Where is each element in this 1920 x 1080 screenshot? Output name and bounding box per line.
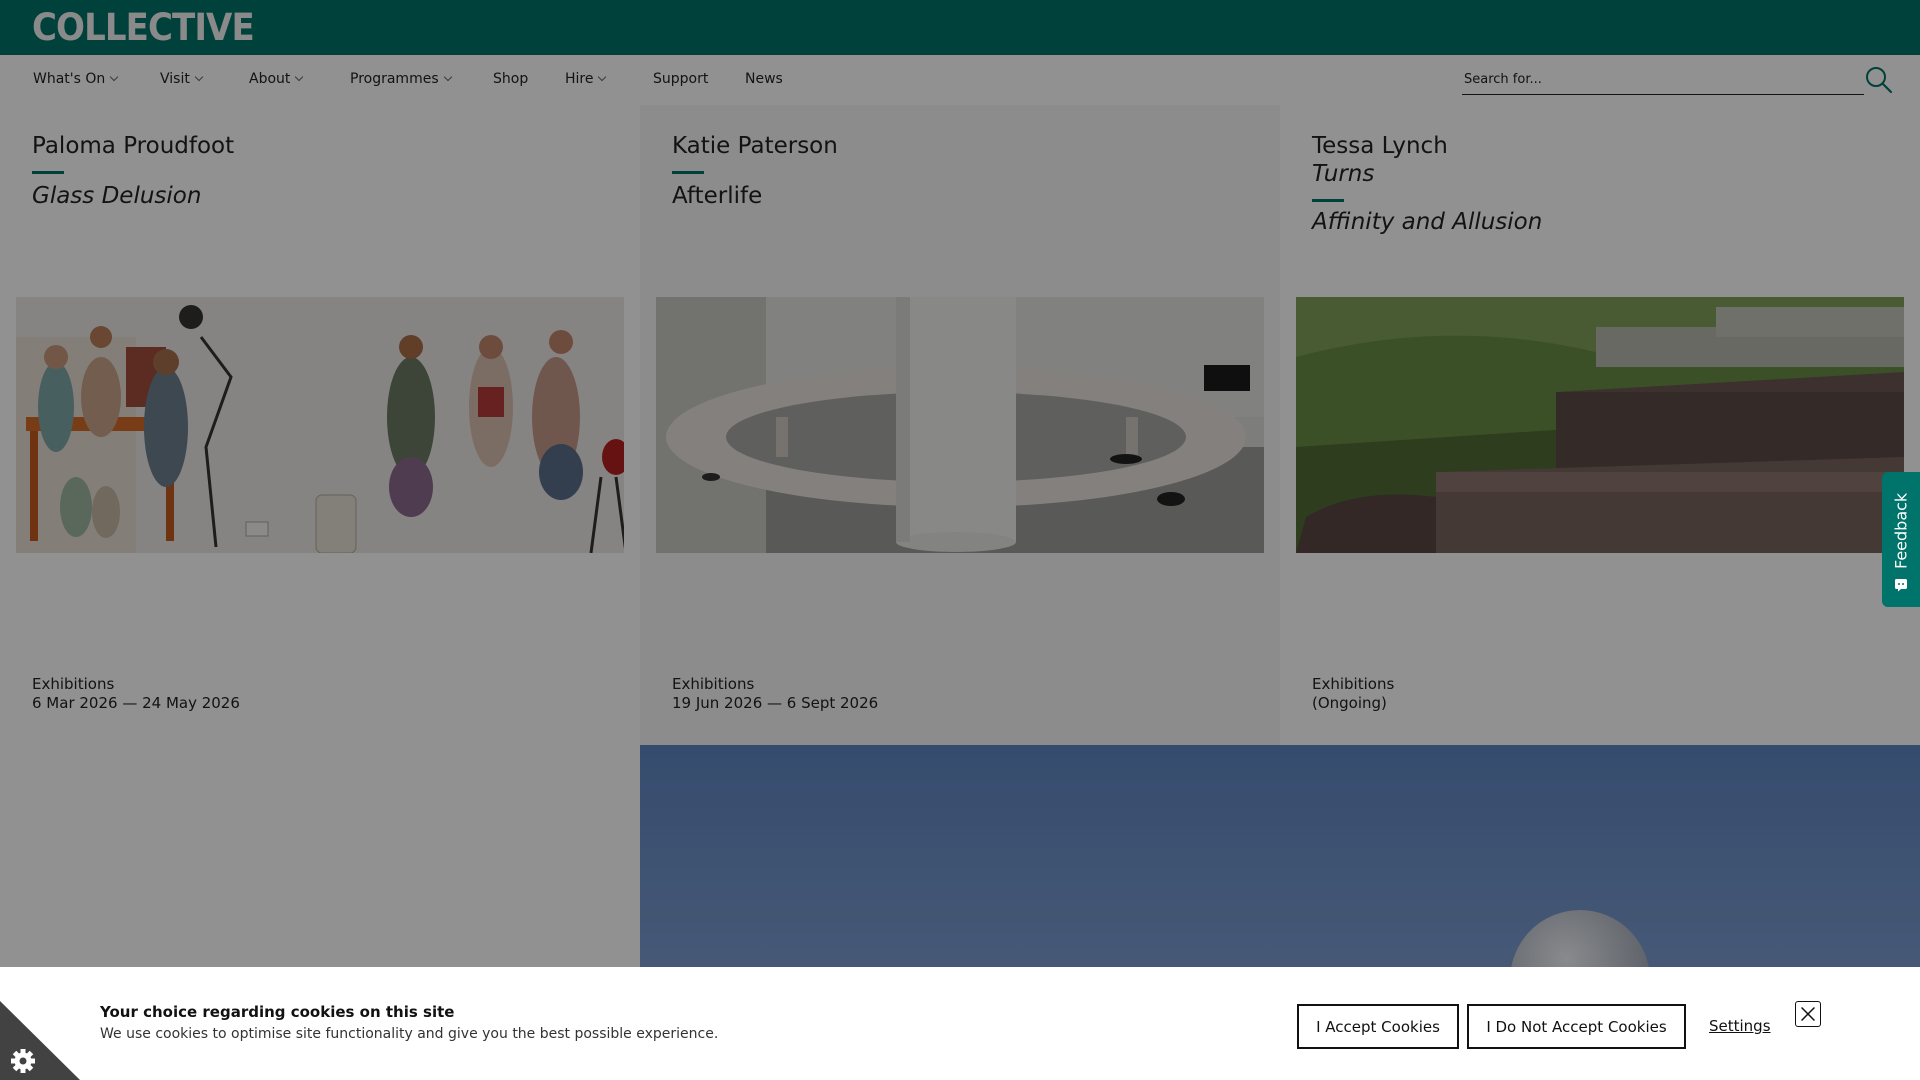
exhibition-title: Affinity and Allusion [1312,209,1543,235]
accent-rule [32,171,64,174]
exhibition-subtitle: Turns [1312,161,1375,187]
nav-item-visit[interactable]: Visit [160,71,204,87]
exhibition-card[interactable]: Katie Paterson Afterlife Exhibitions 19 … [640,105,1280,745]
search-input[interactable] [1462,65,1864,94]
nav-item-hire[interactable]: Hire [565,71,607,87]
nav-item-label: Support [653,71,709,87]
exhibition-title: Glass Delusion [32,183,202,209]
close-icon[interactable] [1795,1001,1821,1027]
nav-item-label: Programmes [350,71,439,87]
exhibition-image [16,297,624,553]
feedback-label: Feedback [1891,492,1911,570]
cookie-banner: Your choice regarding cookies on this si… [0,967,1920,1080]
exhibition-title: Afterlife [672,183,763,209]
artist-name: Tessa Lynch [1312,133,1448,159]
nav-item-label: Visit [160,71,190,87]
exhibition-dates: 6 Mar 2026 — 24 May 2026 [32,694,240,712]
gear-icon[interactable] [0,1001,80,1080]
feedback-tab[interactable]: Feedback [1882,472,1920,607]
chevron-down-icon [295,72,304,82]
exhibition-category: Exhibitions [672,675,755,693]
decline-cookies-button[interactable]: I Do Not Accept Cookies [1467,1004,1686,1049]
nav-item-programmes[interactable]: Programmes [350,71,452,87]
accent-rule [1312,199,1344,202]
nav-item-label: About [249,71,291,87]
exhibition-card[interactable]: Paloma Proudfoot Glass Delusion Exhibiti… [0,105,640,745]
cookie-banner-title: Your choice regarding cookies on this si… [100,1003,455,1021]
exhibition-dates: 19 Jun 2026 — 6 Sept 2026 [672,694,879,712]
exhibition-card[interactable]: Tessa Lynch Turns Affinity and Allusion … [1280,105,1920,745]
accent-rule [672,171,704,174]
nav-item-whats-on[interactable]: What's On [33,71,119,87]
accept-cookies-button[interactable]: I Accept Cookies [1297,1004,1459,1049]
nav-item-label: News [745,71,783,87]
nav-item-shop[interactable]: Shop [493,71,528,87]
exhibition-image [656,297,1264,553]
cookie-settings-link[interactable]: Settings [1709,1017,1771,1035]
nav-item-label: Shop [493,71,529,87]
exhibition-image [1296,297,1904,553]
chevron-down-icon [194,72,204,82]
cookie-banner-text: We use cookies to optimise site function… [100,1026,719,1042]
chevron-down-icon [598,72,607,82]
nav-item-label: What's On [33,71,106,87]
exhibition-category: Exhibitions [1312,675,1395,693]
nav-item-label: Hire [565,71,594,87]
chevron-down-icon [443,72,452,82]
nav-item-support[interactable]: Support [653,71,708,87]
exhibition-category: Exhibitions [32,675,115,693]
main-navigation: What's On Visit About Programmes Shop Hi… [0,55,1920,105]
feedback-icon [1895,579,1907,592]
chevron-down-icon [110,72,119,82]
site-header: COLLECTIVE [0,0,1920,55]
artist-name: Paloma Proudfoot [32,133,235,159]
exhibition-dates: (Ongoing) [1312,694,1387,712]
artist-name: Katie Paterson [672,133,838,159]
site-logo[interactable]: COLLECTIVE [32,6,255,49]
search-field [1462,65,1864,95]
nav-item-about[interactable]: About [249,71,304,87]
search-icon[interactable] [1864,65,1894,95]
nav-item-news[interactable]: News [745,71,783,87]
